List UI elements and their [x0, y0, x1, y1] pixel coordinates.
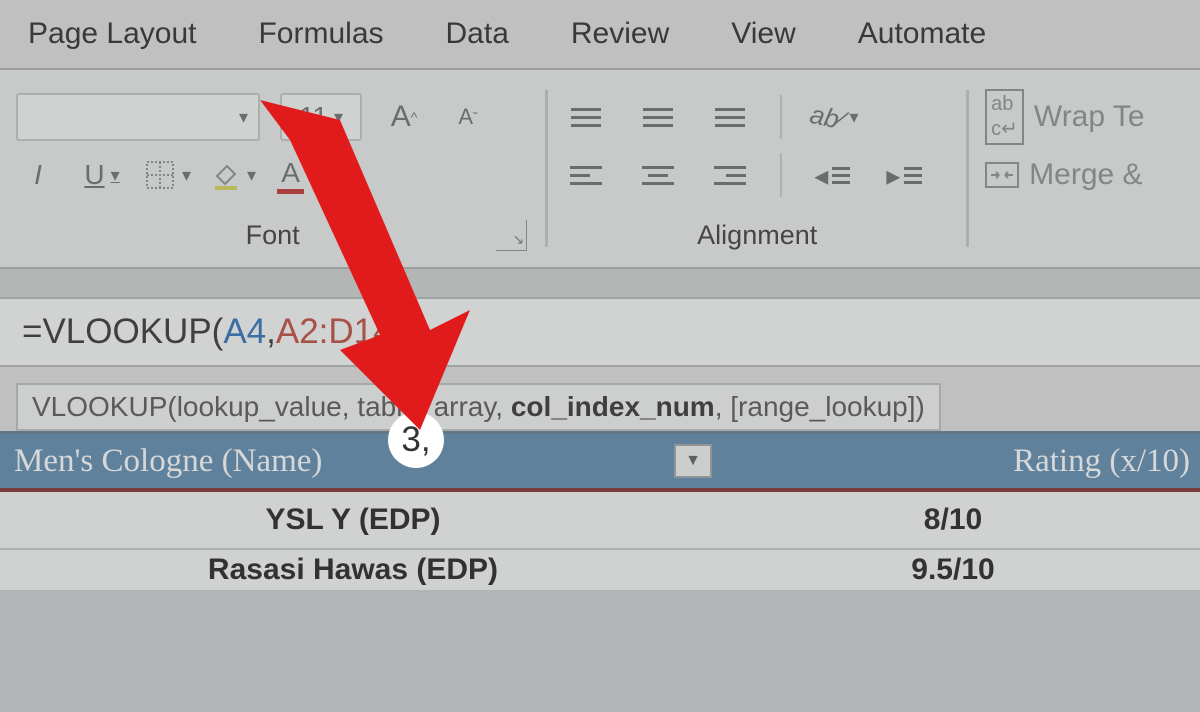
- group-wrap-merge: abc↵ Wrap Te Merge &: [969, 70, 1200, 267]
- increase-font-button[interactable]: A^: [382, 95, 426, 139]
- group-label-font: Font: [246, 220, 300, 251]
- chevron-down-icon: ▾: [111, 165, 120, 186]
- separator: [780, 153, 782, 197]
- decrease-indent-button[interactable]: ◂: [810, 153, 854, 197]
- chevron-down-icon: ▾: [310, 165, 319, 186]
- chevron-down-icon: ▾: [182, 165, 191, 186]
- chevron-down-icon: ▾: [850, 107, 859, 128]
- formula-arg2: A2:D14: [276, 312, 393, 352]
- font-name-dropdown[interactable]: ▾: [16, 93, 260, 141]
- formula-bar[interactable]: =VLOOKUP( A4 , A2:D14 , 3 ,: [0, 297, 1200, 367]
- tab-page-layout[interactable]: Page Layout: [28, 17, 196, 51]
- arrow-right-icon: ▸: [886, 159, 900, 192]
- paint-bucket-icon: [211, 160, 241, 190]
- wrap-text-button[interactable]: abc↵ Wrap Te: [985, 89, 1144, 145]
- group-label-alignment: Alignment: [697, 220, 817, 251]
- orientation-icon: ab⁄: [807, 98, 846, 135]
- wrap-text-label: Wrap Te: [1034, 100, 1145, 134]
- table-row[interactable]: YSL Y (EDP) 8/10: [0, 492, 1200, 550]
- cell-name: Rasasi Hawas (EDP): [0, 553, 706, 587]
- align-top-button[interactable]: [564, 95, 608, 139]
- tab-formulas[interactable]: Formulas: [258, 17, 383, 51]
- ribbon: ▾ 11 ▾ A^ Aˇ I U▾: [0, 70, 1200, 269]
- fill-color-button[interactable]: ▾: [211, 153, 256, 197]
- align-right-button[interactable]: [708, 153, 752, 197]
- formula-arg3: 3: [402, 312, 421, 352]
- ribbon-tabs: Page Layout Formulas Data Review View Au…: [0, 0, 1200, 70]
- align-left-icon: [570, 166, 602, 185]
- align-top-icon: [571, 108, 601, 127]
- table-row[interactable]: Rasasi Hawas (EDP) 9.5/10: [0, 550, 1200, 590]
- font-size-dropdown[interactable]: 11 ▾: [280, 93, 362, 141]
- align-center-icon: [642, 166, 674, 185]
- align-bottom-icon: [715, 108, 745, 127]
- chevron-down-icon: ▾: [247, 165, 256, 186]
- cell-rating: 8/10: [706, 503, 1200, 537]
- borders-button[interactable]: ▾: [144, 153, 191, 197]
- worksheet[interactable]: Men's Cologne (Name) ▼ Rating (x/10) YSL…: [0, 431, 1200, 590]
- font-color-button[interactable]: A ▾: [276, 153, 320, 197]
- chevron-down-icon: ▾: [334, 107, 343, 128]
- font-size-value: 11: [299, 101, 328, 133]
- wrap-text-icon: abc↵: [985, 89, 1024, 145]
- tab-review[interactable]: Review: [571, 17, 669, 51]
- arrow-left-icon: ◂: [814, 159, 828, 192]
- tooltip-fn: VLOOKUP: [32, 391, 167, 422]
- align-middle-icon: [643, 108, 673, 127]
- tab-automate[interactable]: Automate: [858, 17, 986, 51]
- group-alignment: ab⁄ ▾ ◂ ▸ Alignment: [548, 70, 966, 267]
- chevron-down-icon: ▼: [685, 452, 701, 470]
- italic-button[interactable]: I: [16, 153, 60, 197]
- group-font: ▾ 11 ▾ A^ Aˇ I U▾: [0, 70, 545, 267]
- chevron-down-icon: ▾: [239, 107, 248, 128]
- tooltip-current-arg: col_index_num: [511, 391, 715, 422]
- merge-icon: [985, 162, 1019, 188]
- merge-label: Merge &: [1029, 158, 1142, 192]
- cell-rating: 9.5/10: [706, 553, 1200, 587]
- spacer: [0, 269, 1200, 297]
- filter-button[interactable]: ▼: [674, 444, 712, 478]
- formula-prefix: =VLOOKUP(: [22, 312, 223, 352]
- orientation-button[interactable]: ab⁄ ▾: [810, 95, 858, 139]
- dialog-launcher-icon[interactable]: ↘: [496, 220, 527, 251]
- underline-button[interactable]: U▾: [80, 153, 124, 197]
- align-middle-button[interactable]: [636, 95, 680, 139]
- align-center-button[interactable]: [636, 153, 680, 197]
- decrease-font-button[interactable]: Aˇ: [446, 95, 490, 139]
- cell-name: YSL Y (EDP): [0, 503, 706, 537]
- tab-view[interactable]: View: [731, 17, 795, 51]
- separator: [780, 95, 782, 139]
- merge-center-button[interactable]: Merge &: [985, 158, 1142, 192]
- align-bottom-button[interactable]: [708, 95, 752, 139]
- borders-icon: [144, 159, 176, 191]
- table-header-row: Men's Cologne (Name) ▼ Rating (x/10): [0, 434, 1200, 492]
- col-header-name: Men's Cologne (Name): [14, 443, 322, 480]
- tooltip-area: VLOOKUP(lookup_value, table_array, col_i…: [0, 367, 1200, 431]
- increase-indent-button[interactable]: ▸: [882, 153, 926, 197]
- formula-tooltip: VLOOKUP(lookup_value, table_array, col_i…: [16, 383, 941, 431]
- tab-data[interactable]: Data: [446, 17, 509, 51]
- align-left-button[interactable]: [564, 153, 608, 197]
- align-right-icon: [714, 166, 746, 185]
- formula-arg1: A4: [223, 312, 266, 352]
- col-header-rating: Rating (x/10): [1013, 443, 1190, 479]
